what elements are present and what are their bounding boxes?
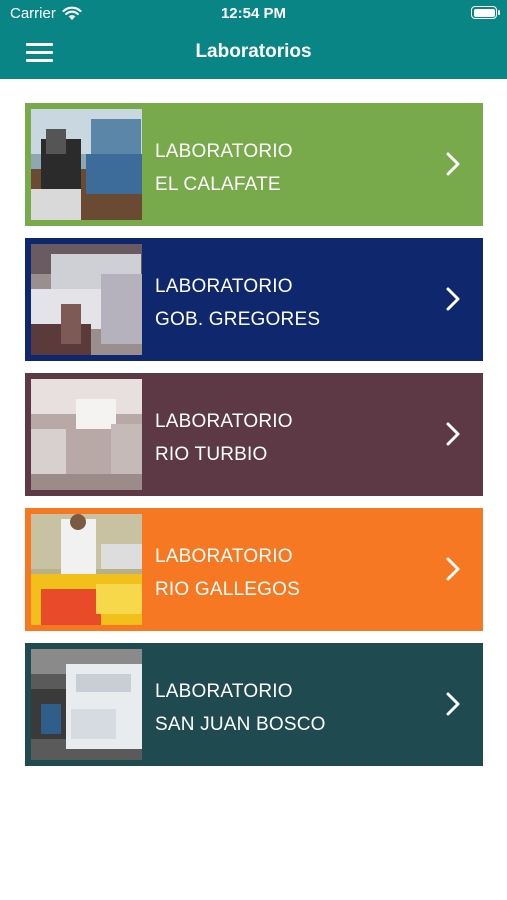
- technician-tube-racks-photo: [31, 514, 142, 625]
- page-title: Laboratorios: [195, 41, 312, 62]
- lab-title: LABORATORIO: [155, 276, 293, 297]
- clock-time: 12:54 PM: [220, 5, 287, 22]
- lab-location: SAN JUAN BOSCO: [155, 714, 326, 735]
- lab-item-rio-turbio[interactable]: LABORATORIO RIO TURBIO: [25, 373, 483, 496]
- lab-title: LABORATORIO: [155, 141, 293, 162]
- chevron-right-icon: [446, 152, 460, 176]
- sample-tubes-photo: [31, 244, 142, 355]
- navigation-bar: Laboratorios: [0, 28, 507, 79]
- chevron-right-icon: [446, 422, 460, 446]
- chevron-right-icon: [446, 692, 460, 716]
- lab-title: LABORATORIO: [155, 546, 293, 567]
- analyzer-machine-photo: [31, 649, 142, 760]
- lab-room-photo: [31, 379, 142, 490]
- chevron-right-icon: [446, 287, 460, 311]
- laboratory-list: LABORATORIO EL CALAFATE LABORATORIO GOB.…: [25, 103, 483, 778]
- microscope-lab-photo: [31, 109, 142, 220]
- chevron-right-icon: [446, 557, 460, 581]
- lab-location: RIO TURBIO: [155, 444, 268, 465]
- lab-location: GOB. GREGORES: [155, 309, 321, 330]
- lab-title: LABORATORIO: [155, 411, 293, 432]
- battery-icon: [471, 6, 500, 19]
- lab-item-el-calafate[interactable]: LABORATORIO EL CALAFATE: [25, 103, 483, 226]
- lab-item-gob-gregores[interactable]: LABORATORIO GOB. GREGORES: [25, 238, 483, 361]
- lab-location: EL CALAFATE: [155, 174, 281, 195]
- lab-item-san-juan-bosco[interactable]: LABORATORIO SAN JUAN BOSCO: [25, 643, 483, 766]
- lab-item-rio-gallegos[interactable]: LABORATORIO RIO GALLEGOS: [25, 508, 483, 631]
- lab-location: RIO GALLEGOS: [155, 579, 300, 600]
- status-bar: Carrier 12:54 PM: [0, 0, 507, 28]
- lab-title: LABORATORIO: [155, 681, 293, 702]
